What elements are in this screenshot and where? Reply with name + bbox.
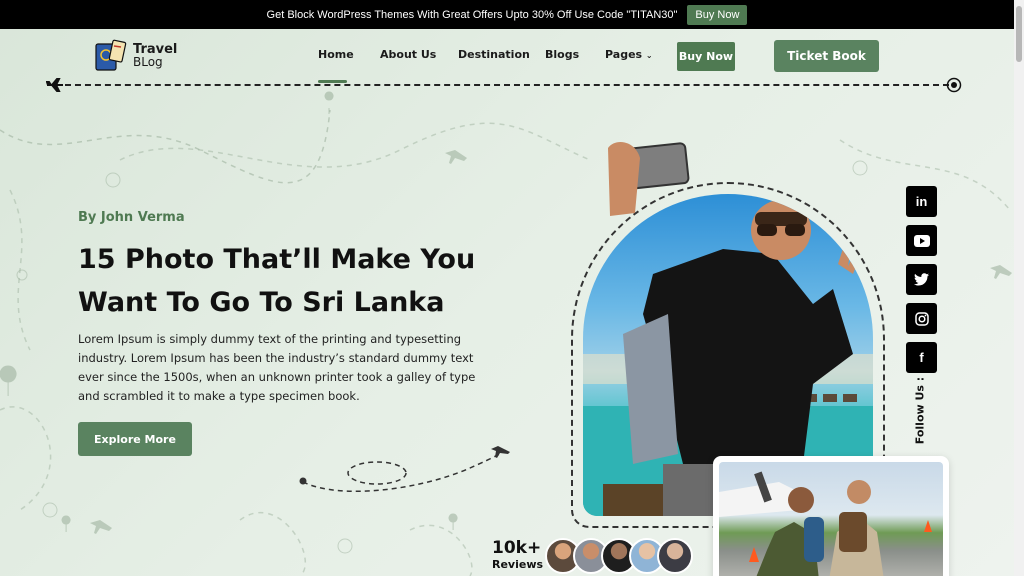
nav-pages[interactable]: Pages ⌄	[605, 48, 653, 61]
twitter-icon[interactable]	[906, 264, 937, 295]
nav-home[interactable]: Home	[318, 48, 354, 61]
reviewer-avatars	[545, 538, 693, 574]
couple-travel-photo	[713, 456, 949, 576]
hero-description: Lorem Ipsum is simply dummy text of the …	[78, 332, 476, 403]
reviews-label: Reviews	[492, 558, 544, 571]
nav-blogs[interactable]: Blogs	[545, 48, 579, 61]
linkedin-icon[interactable]: in	[906, 186, 937, 217]
instagram-icon[interactable]	[906, 303, 937, 334]
nav-pages-label: Pages	[605, 48, 643, 61]
reviews-summary: 10k+ Reviews	[492, 538, 544, 572]
scrollbar[interactable]	[1014, 0, 1024, 576]
chevron-down-icon: ⌄	[645, 51, 653, 60]
ticket-book-button[interactable]: Ticket Book	[774, 40, 879, 72]
passport-icon	[93, 38, 129, 74]
nav-destination[interactable]: Destination	[458, 48, 530, 61]
follow-us-label: Follow Us :	[913, 376, 927, 445]
social-links: in f	[906, 186, 937, 373]
youtube-icon[interactable]	[906, 225, 937, 256]
destination-marker-icon	[946, 77, 962, 93]
author-byline: By John Verma	[78, 210, 185, 225]
avatar	[657, 538, 693, 574]
buy-now-button[interactable]: Buy Now	[677, 42, 735, 71]
explore-more-button[interactable]: Explore More	[78, 422, 192, 456]
hero-title: 15 Photo That’ll Make You Want To Go To …	[78, 244, 476, 318]
header-flight-line	[65, 84, 949, 86]
promo-text: Get Block WordPress Themes With Great Of…	[266, 8, 678, 21]
promo-buy-now-button[interactable]: Buy Now	[687, 4, 748, 25]
selfie-phone-image	[608, 142, 690, 216]
logo-line-2: BLog	[133, 55, 163, 69]
reviews-count: 10k+	[492, 538, 542, 558]
site-logo[interactable]: Travel BLog	[93, 38, 177, 74]
airplane-icon	[46, 78, 63, 92]
scrollbar-thumb[interactable]	[1016, 6, 1022, 62]
promo-bar: Get Block WordPress Themes With Great Of…	[0, 0, 1014, 29]
nav-active-indicator	[318, 80, 347, 83]
nav-about-us[interactable]: About Us	[380, 48, 436, 61]
